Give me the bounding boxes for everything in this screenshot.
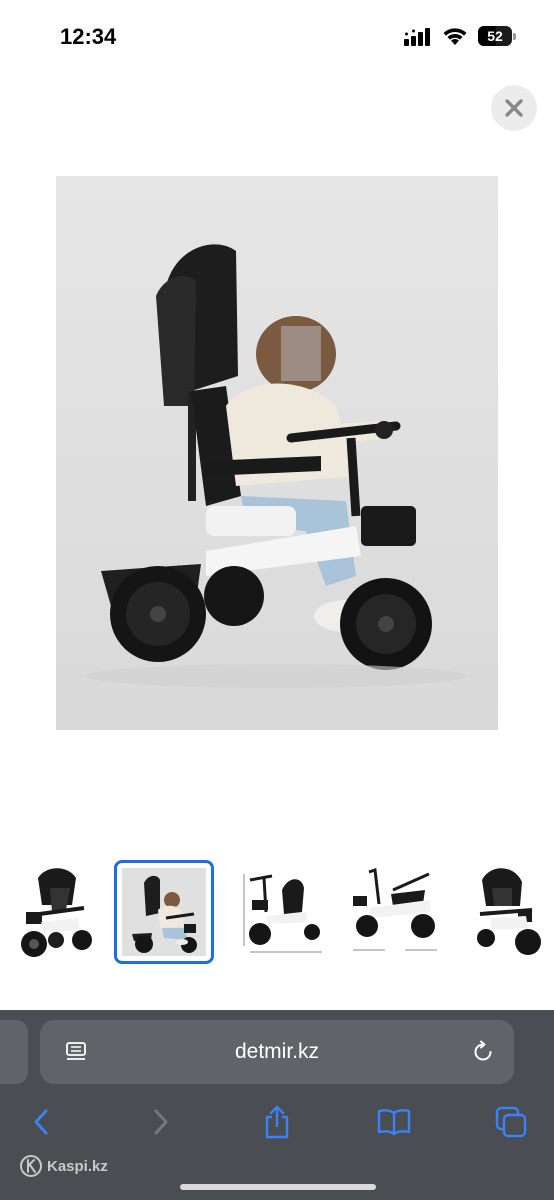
thumbnail-child-on-tricycle-image — [122, 868, 206, 956]
bookmarks-icon — [377, 1109, 411, 1136]
main-product-image[interactable] — [56, 176, 498, 730]
thumbnail-1[interactable] — [6, 860, 106, 964]
share-button[interactable] — [253, 1098, 301, 1146]
product-image-viewer: 12:34 52 detmir.kz Kaspi.kz — [0, 0, 554, 1200]
tabs-icon — [495, 1106, 527, 1138]
tabs-button[interactable] — [487, 1098, 535, 1146]
thumbnail-2-selected[interactable] — [114, 860, 214, 964]
browser-chrome: detmir.kz Kaspi.kz — [0, 1010, 554, 1200]
cellular-signal-icon — [404, 28, 430, 46]
close-icon — [505, 99, 523, 117]
reload-icon[interactable] — [470, 1039, 496, 1065]
bookmarks-button[interactable] — [370, 1098, 418, 1146]
battery-indicator: 52 — [478, 26, 516, 46]
home-indicator[interactable] — [180, 1184, 376, 1190]
back-chevron-icon — [34, 1109, 48, 1135]
thumbnail-4[interactable] — [345, 860, 445, 964]
thumbnail-tricycle-canopy-image — [21, 868, 92, 957]
browser-toolbar — [0, 1098, 554, 1146]
thumbnail-tricycle-angle-image — [477, 868, 541, 955]
battery-cap — [513, 33, 516, 40]
thumbnail-2-frame — [122, 868, 206, 956]
kaspi-logo-icon — [20, 1155, 42, 1177]
thumbnail-strip — [0, 860, 554, 964]
thumbnail-5[interactable] — [460, 860, 554, 964]
wifi-icon — [443, 28, 467, 45]
status-bar: 12:34 52 — [0, 0, 554, 76]
forward-chevron-icon — [154, 1109, 168, 1135]
back-button[interactable] — [17, 1098, 65, 1146]
battery-level: 52 — [487, 28, 503, 44]
thumbnail-3[interactable] — [230, 860, 330, 964]
thumbnail-tricycle-side-view-image — [353, 867, 437, 951]
close-button[interactable] — [491, 85, 537, 131]
forward-button[interactable] — [137, 1098, 185, 1146]
address-bar[interactable]: detmir.kz — [40, 1020, 514, 1084]
thumbnail-tricycle-dimensions-image — [243, 874, 322, 953]
kaspi-watermark: Kaspi.kz — [20, 1154, 108, 1178]
previous-tab-peek[interactable] — [0, 1020, 28, 1084]
url-text: detmir.kz — [234, 1040, 320, 1063]
share-icon — [265, 1105, 289, 1139]
tricycle-with-child-photo — [56, 176, 498, 730]
status-time: 12:34 — [60, 24, 117, 49]
battery-body: 52 — [478, 26, 512, 46]
watermark-text: Kaspi.kz — [47, 1157, 108, 1175]
